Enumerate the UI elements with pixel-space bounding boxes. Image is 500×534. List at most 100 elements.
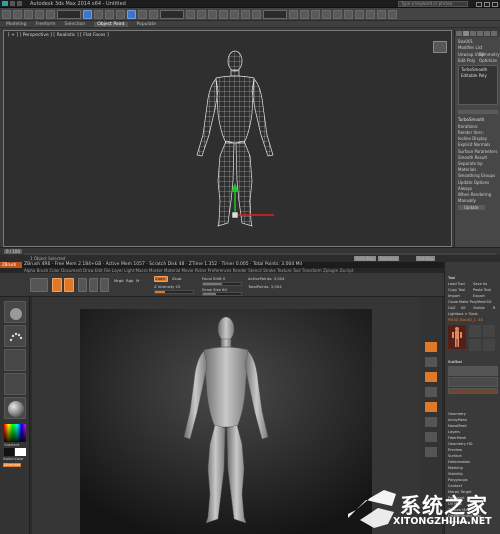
select-by-name-icon[interactable] [94, 9, 103, 19]
r-button[interactable]: R [493, 306, 496, 311]
tool-palette-header[interactable]: Tool [448, 276, 455, 281]
display-tab-icon[interactable] [484, 31, 490, 36]
move-icon[interactable] [127, 9, 136, 19]
curve-editor-icon[interactable] [333, 9, 342, 19]
subtool-visibility[interactable]: Visibility [448, 472, 463, 477]
subtool-preview[interactable]: Preview [448, 448, 462, 453]
subtool-list-item[interactable] [448, 366, 498, 376]
perspective-viewport[interactable]: [ + ] [ Perspective ] [ Realistic ] [ Fl… [3, 30, 452, 247]
rotate-view-button[interactable] [425, 447, 437, 457]
material-editor-icon[interactable] [355, 9, 364, 19]
subtool-layers[interactable]: Layers [448, 430, 460, 435]
all-button[interactable]: All [461, 306, 465, 311]
maximize-icon[interactable] [484, 1, 490, 7]
current-tool-name[interactable]: PM3D_Box3D_1. 48 [448, 318, 483, 323]
select-manipulate-icon[interactable] [197, 9, 206, 19]
modifier-button-symmetry[interactable]: Symmetry [479, 52, 500, 57]
selected-dropdown[interactable]: Selected [378, 256, 400, 261]
m-button[interactable]: M [136, 278, 139, 283]
save-as-button[interactable]: Save As [473, 282, 487, 287]
z-intensity-slider[interactable] [154, 290, 194, 294]
stack-item-editable-poly[interactable]: Editable Poly [461, 73, 487, 78]
mirror-icon[interactable] [289, 9, 298, 19]
snaps-toggle-icon[interactable] [219, 9, 228, 19]
ribbon-tab-freeform[interactable]: Freeform [35, 22, 55, 27]
stroke-picker-icon[interactable] [4, 325, 26, 347]
subtool-list-item[interactable] [448, 377, 498, 387]
lightbox-tools-button[interactable]: Lightbox > Tools [448, 312, 478, 317]
export-button[interactable]: Export [473, 294, 485, 299]
rgb-button[interactable]: Rgb [126, 278, 133, 283]
edit-button[interactable] [52, 278, 62, 292]
scale-icon[interactable] [149, 9, 158, 19]
tool-thumb-simplebrush[interactable] [469, 339, 481, 351]
close-icon[interactable] [492, 1, 498, 7]
max-logo-icon[interactable] [2, 1, 8, 6]
alpha-picker-icon[interactable] [4, 349, 26, 371]
subtool-geometry[interactable]: Geometry [448, 412, 466, 417]
subtool-surface[interactable]: Surface [448, 454, 462, 459]
motion-tab-icon[interactable] [477, 31, 483, 36]
clone-button[interactable]: Clone [448, 300, 458, 305]
unlink-icon[interactable] [35, 9, 44, 19]
utilities-tab-icon[interactable] [491, 31, 497, 36]
subtool-fibermesh[interactable]: FiberMesh [448, 436, 466, 441]
modifier-list-dropdown[interactable]: Modifier List [458, 45, 482, 50]
update-manually-radio[interactable]: Manually [458, 198, 476, 203]
move-button[interactable] [78, 278, 87, 292]
render-production-icon[interactable] [388, 9, 397, 19]
stack-controls[interactable] [458, 110, 498, 114]
max-search-input[interactable]: Type a keyword or phrase [398, 1, 468, 7]
lightbox-button[interactable] [30, 278, 48, 292]
subtool-geometry-hd[interactable]: Geometry HD [448, 442, 473, 447]
percent-snap-icon[interactable] [241, 9, 250, 19]
zbrush-document-canvas[interactable] [80, 309, 372, 534]
zsub-button[interactable]: Zsub [172, 276, 181, 281]
alternate-button[interactable]: Alternate [3, 463, 22, 467]
select-object-icon[interactable] [83, 9, 92, 19]
update-when-rendering-radio[interactable]: When Rendering [458, 192, 491, 197]
wireframe-figure[interactable] [4, 31, 453, 248]
tool-thumb-polymesh[interactable] [483, 325, 495, 337]
undo-icon[interactable] [2, 9, 11, 19]
minimize-icon[interactable] [476, 1, 482, 7]
import-button[interactable]: Import [448, 294, 460, 299]
focal-shift-slider[interactable] [202, 282, 242, 286]
xyz-button[interactable] [425, 387, 437, 397]
smoothing-groups-checkbox[interactable]: Smoothing Groups [458, 173, 495, 178]
rectangular-selection-icon[interactable] [105, 9, 114, 19]
subtool-arraymesh[interactable]: ArrayMesh [448, 418, 467, 423]
rotate-button[interactable] [100, 278, 109, 292]
hierarchy-tab-icon[interactable] [470, 31, 476, 36]
switch-color-label[interactable]: SwitchColor [3, 457, 24, 461]
sculpt-figure[interactable] [80, 309, 372, 534]
set-key-button[interactable]: Set Key [416, 256, 436, 261]
subtool-nanomesh[interactable]: NanoMesh [448, 424, 467, 429]
modifier-button-edit-poly[interactable]: Edit Poly [458, 58, 475, 63]
texture-picker-icon[interactable] [4, 373, 26, 395]
keyboard-shortcut-icon[interactable] [208, 9, 217, 19]
save-file-icon[interactable] [17, 1, 22, 6]
material-picker-icon[interactable] [4, 397, 26, 419]
pivot-center-icon[interactable] [186, 9, 195, 19]
scale-view-button[interactable] [425, 432, 437, 442]
viewcube-icon[interactable] [433, 41, 447, 53]
move-view-button[interactable] [425, 417, 437, 427]
draw-size-slider[interactable] [202, 292, 242, 296]
subtool-masking[interactable]: Masking [448, 466, 463, 471]
angle-snap-icon[interactable] [230, 9, 239, 19]
gradient-label[interactable]: Gradient [4, 443, 19, 447]
materials-checkbox[interactable]: Materials [458, 167, 476, 172]
make-polymesh-button[interactable]: Make PolyMesh3D [459, 300, 492, 305]
subtool-deformation[interactable]: Deformation [448, 460, 470, 465]
link-icon[interactable] [24, 9, 33, 19]
main-color-swatch[interactable] [15, 448, 26, 456]
update-always-radio[interactable]: Always [458, 186, 472, 191]
draw-button[interactable] [64, 278, 74, 292]
reference-coordinate-dropdown[interactable] [160, 9, 184, 19]
local-button[interactable] [425, 372, 437, 382]
persp-button[interactable] [425, 342, 437, 352]
color-picker[interactable] [4, 424, 26, 442]
smooth-result-checkbox[interactable]: Smooth Result [458, 155, 487, 160]
copy-tool-button[interactable]: Copy Tool [448, 288, 465, 293]
